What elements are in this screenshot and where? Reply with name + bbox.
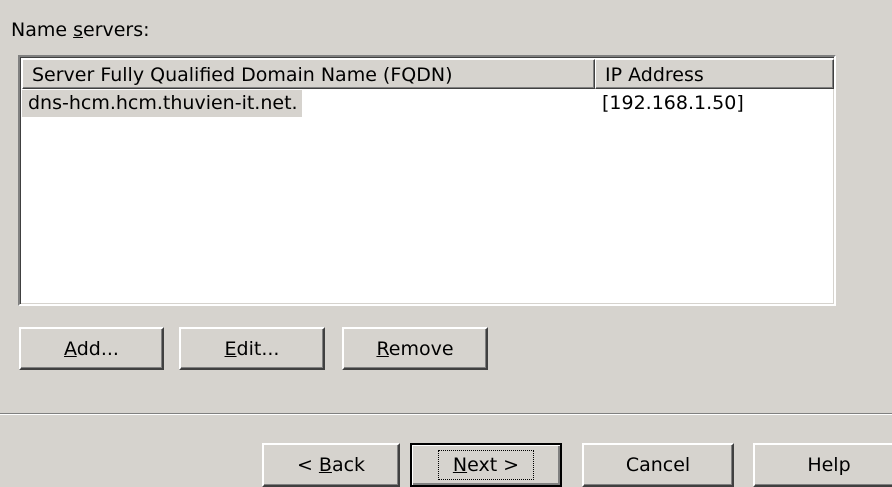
column-header-fqdn[interactable]: Server Fully Qualified Domain Name (FQDN… <box>22 59 595 89</box>
add-button[interactable]: Add... <box>19 327 164 370</box>
list-item[interactable]: dns-hcm.hcm.thuvien-it.net. [192.168.1.5… <box>22 90 834 117</box>
cancel-button[interactable]: Cancel <box>582 443 734 487</box>
focus-rect: Next > <box>437 450 535 480</box>
list-item-fqdn: dns-hcm.hcm.thuvien-it.net. <box>22 90 302 117</box>
remove-button[interactable]: Remove <box>342 327 488 370</box>
column-header-ip-address[interactable]: IP Address <box>595 59 834 89</box>
list-item-ip: [192.168.1.50] <box>602 92 744 114</box>
next-button[interactable]: Next > <box>410 443 562 487</box>
edit-button[interactable]: Edit... <box>179 327 325 370</box>
back-button[interactable]: < Back <box>262 443 400 487</box>
help-button[interactable]: Help <box>753 443 892 487</box>
separator <box>0 413 892 415</box>
list-header: Server Fully Qualified Domain Name (FQDN… <box>22 59 834 89</box>
name-servers-label: Name servers: <box>11 19 150 41</box>
name-servers-list[interactable]: Server Fully Qualified Domain Name (FQDN… <box>18 55 836 306</box>
